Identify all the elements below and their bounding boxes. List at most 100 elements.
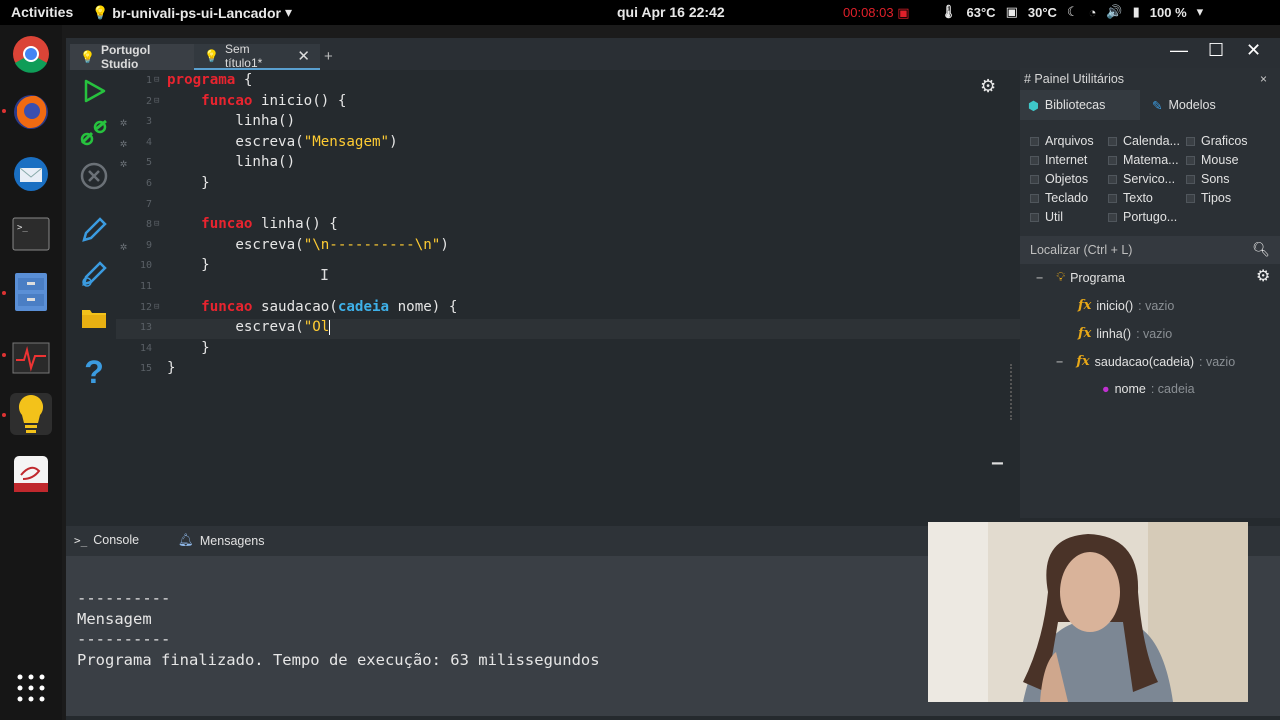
run-icon[interactable] (78, 75, 110, 107)
checkbox[interactable] (1108, 136, 1117, 146)
library-item[interactable]: Texto (1108, 191, 1153, 205)
activities-button[interactable]: Activities (11, 4, 73, 20)
tab-bibliotecas[interactable]: ⬢ Bibliotecas (1020, 90, 1140, 120)
code-line[interactable]: 14 } (116, 340, 1056, 360)
checkbox[interactable] (1186, 136, 1195, 146)
code-editor[interactable]: 1 ⊟ programa { 2 ⊟ funcao inicio() { ✲ 3… (116, 72, 1056, 512)
editor-settings-gear-icon[interactable]: ⚙ (980, 76, 996, 97)
breakpoint-bug-icon[interactable]: ✲ (120, 115, 127, 129)
checkbox[interactable] (1030, 155, 1039, 165)
files-icon[interactable] (10, 271, 52, 313)
library-item[interactable]: Graficos (1186, 134, 1248, 148)
checkbox[interactable] (1108, 212, 1117, 222)
checkbox[interactable] (1108, 193, 1117, 203)
collapse-icon[interactable]: − (1036, 271, 1043, 285)
terminal-icon[interactable]: >_ (10, 213, 52, 255)
checkbox[interactable] (1108, 155, 1117, 165)
checkbox[interactable] (1030, 212, 1039, 222)
code-line[interactable]: 7 (116, 196, 1056, 216)
chrome-icon[interactable] (10, 33, 52, 75)
edit-icon: ✎ (1152, 98, 1163, 113)
search-input[interactable]: Localizar (Ctrl + L) 🔍︎ (1020, 236, 1280, 264)
code-line[interactable]: 10 } (116, 257, 1056, 277)
open-folder-icon[interactable] (78, 302, 110, 334)
code-line[interactable]: ✲ 4 escreva("Mensagem") (116, 134, 1056, 154)
library-item[interactable]: Sons (1186, 172, 1230, 186)
library-item[interactable]: Servico... (1108, 172, 1175, 186)
code-line[interactable]: 6 } (116, 175, 1056, 195)
edit-pencil-icon[interactable] (78, 214, 110, 246)
library-item[interactable]: Mouse (1186, 153, 1239, 167)
tab-console[interactable]: >_ Console (74, 533, 139, 547)
code-line[interactable]: 8 ⊟ funcao linha() { (116, 216, 1056, 236)
tree-item-linha[interactable]: fx linha() : vazio (1078, 326, 1172, 341)
tree-item-param-nome[interactable]: ● nome : cadeia (1102, 382, 1195, 396)
checkbox[interactable] (1030, 193, 1039, 203)
checkbox[interactable] (1186, 155, 1195, 165)
library-item[interactable]: Internet (1030, 153, 1087, 167)
checkbox[interactable] (1108, 174, 1117, 184)
library-item[interactable]: Arquivos (1030, 134, 1094, 148)
breakpoint-bug-icon[interactable]: ✲ (120, 136, 127, 150)
code-line[interactable]: 11 (116, 278, 1056, 298)
code-line[interactable]: ✲ 3 linha() (116, 113, 1056, 133)
close-window-icon[interactable]: ✕ (1246, 40, 1261, 61)
document-app-icon[interactable] (10, 453, 52, 495)
close-tab-icon[interactable]: ✕ (297, 47, 310, 65)
tab-sem-titulo[interactable]: 💡 Sem título1* ✕ (194, 42, 320, 70)
app-menu[interactable]: 💡 br-univali-ps-ui-Lancador ▾ (92, 4, 292, 21)
code-line[interactable]: 12 ⊟ funcao saudacao(cadeia nome) { (116, 299, 1056, 319)
tab-portugol-studio[interactable]: 💡 Portugol Studio (70, 43, 194, 71)
library-item[interactable]: Util (1030, 210, 1063, 224)
recording-indicator[interactable]: 00:08:03 ▣ (843, 5, 910, 21)
checkbox[interactable] (1186, 174, 1195, 184)
tree-root[interactable]: − 💡︎ Programa (1036, 270, 1125, 285)
search-icon[interactable]: 🔍︎ (1252, 241, 1270, 258)
tree-item-inicio[interactable]: fx inicio() : vazio (1078, 298, 1174, 313)
thunderbird-icon[interactable] (10, 153, 52, 195)
library-item[interactable]: Teclado (1030, 191, 1088, 205)
maximize-icon[interactable]: ☐ (1208, 40, 1224, 61)
minimize-icon[interactable]: — (1170, 40, 1188, 61)
tree-settings-gear-icon[interactable]: ⚙ (1256, 266, 1270, 286)
checkbox[interactable] (1186, 193, 1195, 203)
checkbox[interactable] (1030, 174, 1039, 184)
fold-icon[interactable]: ⊟ (154, 219, 159, 229)
library-item[interactable]: Matema... (1108, 153, 1179, 167)
library-item[interactable]: Portugo... (1108, 210, 1177, 224)
close-panel-icon[interactable]: × (1260, 72, 1267, 86)
fold-icon[interactable]: ⊟ (154, 75, 159, 85)
splitter-handle[interactable] (1010, 364, 1012, 420)
collapse-icon[interactable]: − (1056, 355, 1063, 369)
fold-icon[interactable]: ⊟ (154, 302, 159, 312)
firefox-icon[interactable] (10, 91, 52, 133)
library-item[interactable]: Calenda... (1108, 134, 1180, 148)
edit-settings-icon[interactable] (78, 258, 110, 290)
code-line[interactable]: ✲ 5 linha() (116, 154, 1056, 174)
clock[interactable]: qui Apr 16 22:42 (617, 4, 725, 20)
system-monitor-icon[interactable] (10, 337, 52, 379)
fold-icon[interactable]: ⊟ (154, 96, 159, 106)
show-apps-icon[interactable] (10, 667, 52, 709)
system-tray[interactable]: 🌡 63°C ▣ 30°C ☾ ◔ 🔊 ▮ 100 % ▾ (940, 4, 1203, 20)
tab-modelos[interactable]: ✎ Modelos (1144, 90, 1254, 120)
checkbox[interactable] (1030, 136, 1039, 146)
code-line[interactable]: 2 ⊟ funcao inicio() { (116, 93, 1056, 113)
current-code-line[interactable]: 13 escreva("Ol (116, 319, 1056, 340)
code-line[interactable]: 15 } (116, 360, 1056, 380)
code-line[interactable]: ✲ 9 escreva("\n----------\n") (116, 237, 1056, 257)
new-tab-button[interactable]: + (324, 48, 333, 65)
console-output[interactable]: ---------- Mensagem ---------- Programa fin… (77, 588, 600, 670)
debug-step-icon[interactable] (78, 117, 110, 149)
library-item[interactable]: Tipos (1186, 191, 1231, 205)
library-item[interactable]: Objetos (1030, 172, 1088, 186)
code-line[interactable]: 1 ⊟ programa { (116, 72, 1056, 92)
breakpoint-bug-icon[interactable]: ✲ (120, 239, 127, 253)
help-icon[interactable]: ? (78, 354, 110, 390)
tab-mensagens[interactable]: 🔔︎ Mensagens (178, 533, 265, 548)
collapse-panel-icon[interactable]: ▁ (992, 448, 1003, 465)
stop-icon[interactable] (78, 160, 110, 192)
breakpoint-bug-icon[interactable]: ✲ (120, 156, 127, 170)
portugol-studio-icon[interactable] (10, 393, 52, 435)
tree-item-saudacao[interactable]: − fx saudacao(cadeia) : vazio (1056, 354, 1235, 369)
